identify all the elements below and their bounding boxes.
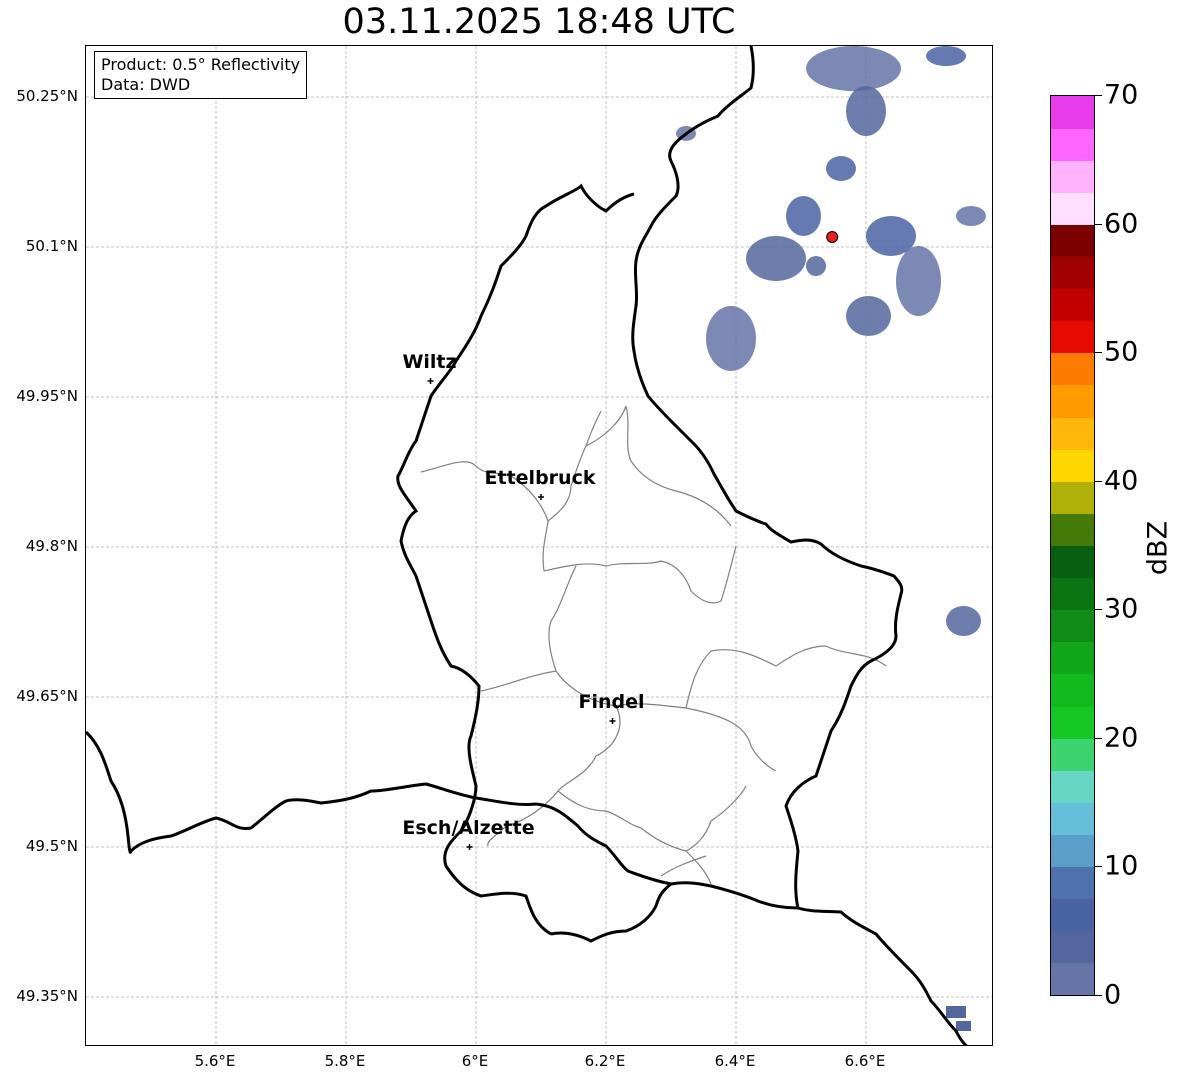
colorbar-tick-label: 0	[1104, 979, 1122, 1011]
radar-echoes	[676, 46, 986, 1031]
colorbar-segment	[1051, 866, 1094, 900]
colorbar-segment	[1051, 224, 1094, 258]
colorbar-segment	[1051, 352, 1094, 386]
colorbar-tick	[1095, 223, 1102, 225]
colorbar-segment	[1051, 481, 1094, 514]
city-marker-3	[466, 844, 473, 850]
city-label: Ettelbruck	[484, 467, 596, 489]
colorbar-segment	[1051, 384, 1094, 418]
echo-cell-sw-0	[946, 1006, 966, 1018]
country-borders	[86, 46, 968, 1045]
map-title: 03.11.2025 18:48 UTC	[342, 2, 736, 42]
echo-cluster-7	[846, 296, 891, 336]
lat-tick-label: 49.65°N	[16, 687, 78, 705]
product-info-box: Product: 0.5° Reflectivity Data: DWD	[94, 51, 308, 99]
colorbar-segment	[1051, 802, 1094, 835]
colorbar-segment	[1051, 320, 1094, 354]
colorbar-segment	[1051, 673, 1094, 707]
colorbar-segment	[1051, 898, 1094, 932]
colorbar-segment	[1051, 770, 1094, 803]
colorbar-segment	[1051, 288, 1094, 322]
graticule	[86, 46, 992, 1045]
lon-tick-label: 5.6°E	[194, 1052, 236, 1070]
colorbar-tick-label: 50	[1104, 336, 1139, 368]
colorbar-segment	[1051, 449, 1094, 482]
radar-site-marker	[826, 231, 839, 243]
colorbar-segment	[1051, 609, 1094, 643]
echo-cluster-6	[896, 246, 941, 316]
city-marker-0	[427, 378, 434, 384]
echo-cluster-3	[706, 306, 756, 371]
lat-tick-label: 50.1°N	[25, 237, 78, 255]
data-source-label: Data: DWD	[101, 75, 191, 94]
colorbar-segment	[1051, 930, 1094, 964]
map-area[interactable]	[85, 45, 993, 1046]
colorbar-segment	[1051, 417, 1094, 450]
colorbar-tick	[1095, 995, 1102, 996]
echo-cluster-0	[806, 46, 901, 91]
lat-tick-label: 49.35°N	[16, 987, 78, 1005]
lon-tick-label: 6.4°E	[714, 1052, 756, 1070]
colorbar-segment	[1051, 128, 1094, 161]
lon-tick-label: 6.6°E	[844, 1052, 886, 1070]
echo-cell-sw-1	[956, 1021, 971, 1031]
colorbar-tick	[1095, 609, 1102, 611]
colorbar-segment	[1051, 513, 1094, 546]
lat-tick-label: 49.5°N	[25, 837, 78, 855]
lon-tick-label: 6.2°E	[584, 1052, 626, 1070]
colorbar-tick-label: 30	[1104, 593, 1139, 625]
colorbar-tick-label: 10	[1104, 850, 1139, 882]
echo-cluster-2	[786, 196, 821, 236]
colorbar-tick-label: 70	[1104, 79, 1139, 111]
colorbar-segment	[1051, 834, 1094, 868]
echo-cluster-11	[926, 46, 966, 66]
colorbar-segment	[1051, 738, 1094, 771]
echo-cluster-8	[826, 156, 856, 181]
city-marker-1	[538, 494, 544, 500]
colorbar-segment	[1051, 577, 1094, 611]
map-canvas	[86, 46, 992, 1045]
lat-tick-label: 49.8°N	[25, 537, 78, 555]
colorbar-segment	[1051, 962, 1094, 996]
colorbar-tick-label: 20	[1104, 722, 1139, 754]
lat-tick-label: 50.25°N	[16, 87, 78, 105]
echo-cluster-10	[946, 606, 981, 636]
colorbar-title: dBZ	[1142, 520, 1174, 576]
colorbar-segment	[1051, 641, 1094, 675]
lon-tick-label: 5.8°E	[324, 1052, 366, 1070]
reflectivity-colorbar	[1050, 95, 1095, 996]
colorbar-tick	[1095, 480, 1102, 482]
colorbar-segment	[1051, 545, 1094, 579]
colorbar-tick-label: 40	[1104, 465, 1139, 497]
colorbar-segment	[1051, 160, 1094, 193]
echo-cluster-1	[846, 86, 886, 136]
colorbar-tick	[1095, 866, 1102, 868]
colorbar-segment	[1051, 96, 1094, 129]
city-marker-2	[609, 718, 616, 724]
echo-cluster-13	[806, 256, 826, 276]
lat-tick-label: 49.95°N	[16, 387, 78, 405]
lon-tick-label: 6°E	[461, 1052, 489, 1070]
city-label: Esch/Alzette	[402, 817, 535, 839]
city-markers	[427, 378, 616, 850]
colorbar-tick	[1095, 352, 1102, 354]
colorbar-segment	[1051, 706, 1094, 739]
city-label: Wiltz	[402, 351, 457, 373]
colorbar-segment	[1051, 256, 1094, 290]
colorbar-tick	[1095, 737, 1102, 739]
colorbar-tick-label: 60	[1104, 208, 1139, 240]
product-label: Product: 0.5° Reflectivity	[101, 55, 301, 74]
colorbar-tick	[1095, 95, 1102, 96]
city-label: Findel	[578, 691, 645, 713]
colorbar-segment	[1051, 192, 1094, 225]
echo-cluster-4	[746, 236, 806, 281]
echo-cluster-12	[956, 206, 986, 226]
